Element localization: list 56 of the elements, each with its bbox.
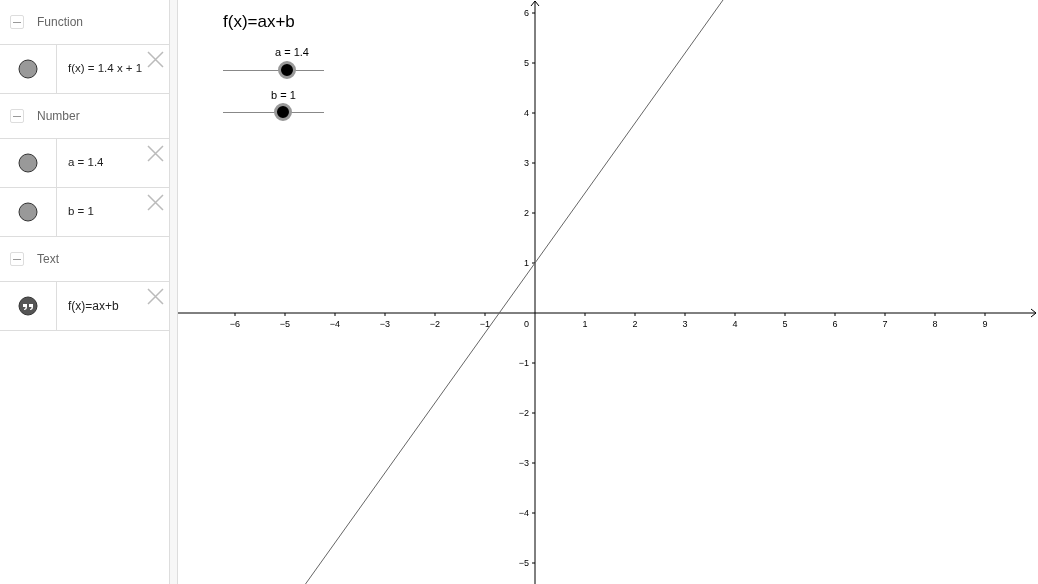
collapse-button[interactable] [10, 15, 24, 29]
x-tick-label: 2 [632, 319, 638, 329]
y-tick-label: 4 [524, 108, 529, 118]
algebra-item-text: f(x) = 1.4 x + 1 [68, 61, 143, 77]
x-tick-label: 9 [982, 319, 988, 329]
x-tick-label: −2 [429, 319, 441, 329]
algebra-item-text: a = 1.4 [68, 155, 104, 171]
y-tick-label: 5 [524, 58, 529, 68]
slider-thumb[interactable] [274, 103, 292, 121]
slider-track[interactable] [223, 60, 324, 79]
x-tick-label: −3 [379, 319, 391, 329]
algebra-item-text: b = 1 [68, 204, 94, 220]
slider-label: b = 1 [271, 87, 296, 103]
y-tick-label: 6 [524, 8, 529, 18]
close-icon[interactable] [147, 194, 164, 211]
x-tick-label: −6 [229, 319, 241, 329]
x-tick-label: 1 [582, 319, 588, 329]
y-tick-label: −1 [518, 358, 529, 368]
quote-icon[interactable] [18, 296, 38, 316]
slider-thumb[interactable] [278, 60, 296, 79]
y-tick-label: −4 [518, 508, 529, 518]
y-tick-label: 3 [524, 158, 529, 168]
y-tick-label: 1 [524, 258, 529, 268]
x-tick-label: −1 [479, 319, 491, 329]
x-tick-label: −5 [279, 319, 291, 329]
x-tick-label: 4 [732, 319, 738, 329]
y-tick-label: −5 [518, 558, 529, 568]
close-icon[interactable] [147, 288, 164, 305]
x-tick-label: −4 [329, 319, 341, 329]
algebra-item[interactable]: b = 1 [0, 188, 169, 237]
slider-label: a = 1.4 [275, 45, 309, 60]
slider-track[interactable] [223, 103, 324, 121]
close-icon[interactable] [147, 145, 164, 162]
group-title: Function [37, 14, 84, 31]
group-title: Text [37, 251, 59, 268]
x-tick-label: 6 [832, 319, 838, 329]
algebra-item[interactable]: f(x)=ax+b [0, 282, 169, 331]
graphics-text[interactable]: f(x)=ax+b [223, 9, 295, 35]
close-icon[interactable] [147, 51, 164, 68]
x-tick-label: 3 [682, 319, 688, 329]
x-tick-label: 5 [782, 319, 788, 329]
y-tick-label: −3 [518, 458, 529, 468]
algebra-item-text: f(x)=ax+b [68, 298, 119, 315]
algebra-item[interactable]: f(x) = 1.4 x + 1 [0, 45, 169, 94]
visibility-toggle-icon[interactable] [18, 153, 38, 173]
group-title: Number [37, 108, 80, 125]
y-tick-label: 2 [524, 208, 529, 218]
origin-label: 0 [524, 319, 529, 329]
x-tick-label: 8 [932, 319, 938, 329]
collapse-button[interactable] [10, 252, 24, 266]
y-tick-label: −2 [518, 408, 529, 418]
x-tick-label: 7 [882, 319, 888, 329]
algebra-item[interactable]: a = 1.4 [0, 139, 169, 188]
collapse-button[interactable] [10, 109, 24, 123]
visibility-toggle-icon[interactable] [18, 59, 38, 79]
visibility-toggle-icon[interactable] [18, 202, 38, 222]
